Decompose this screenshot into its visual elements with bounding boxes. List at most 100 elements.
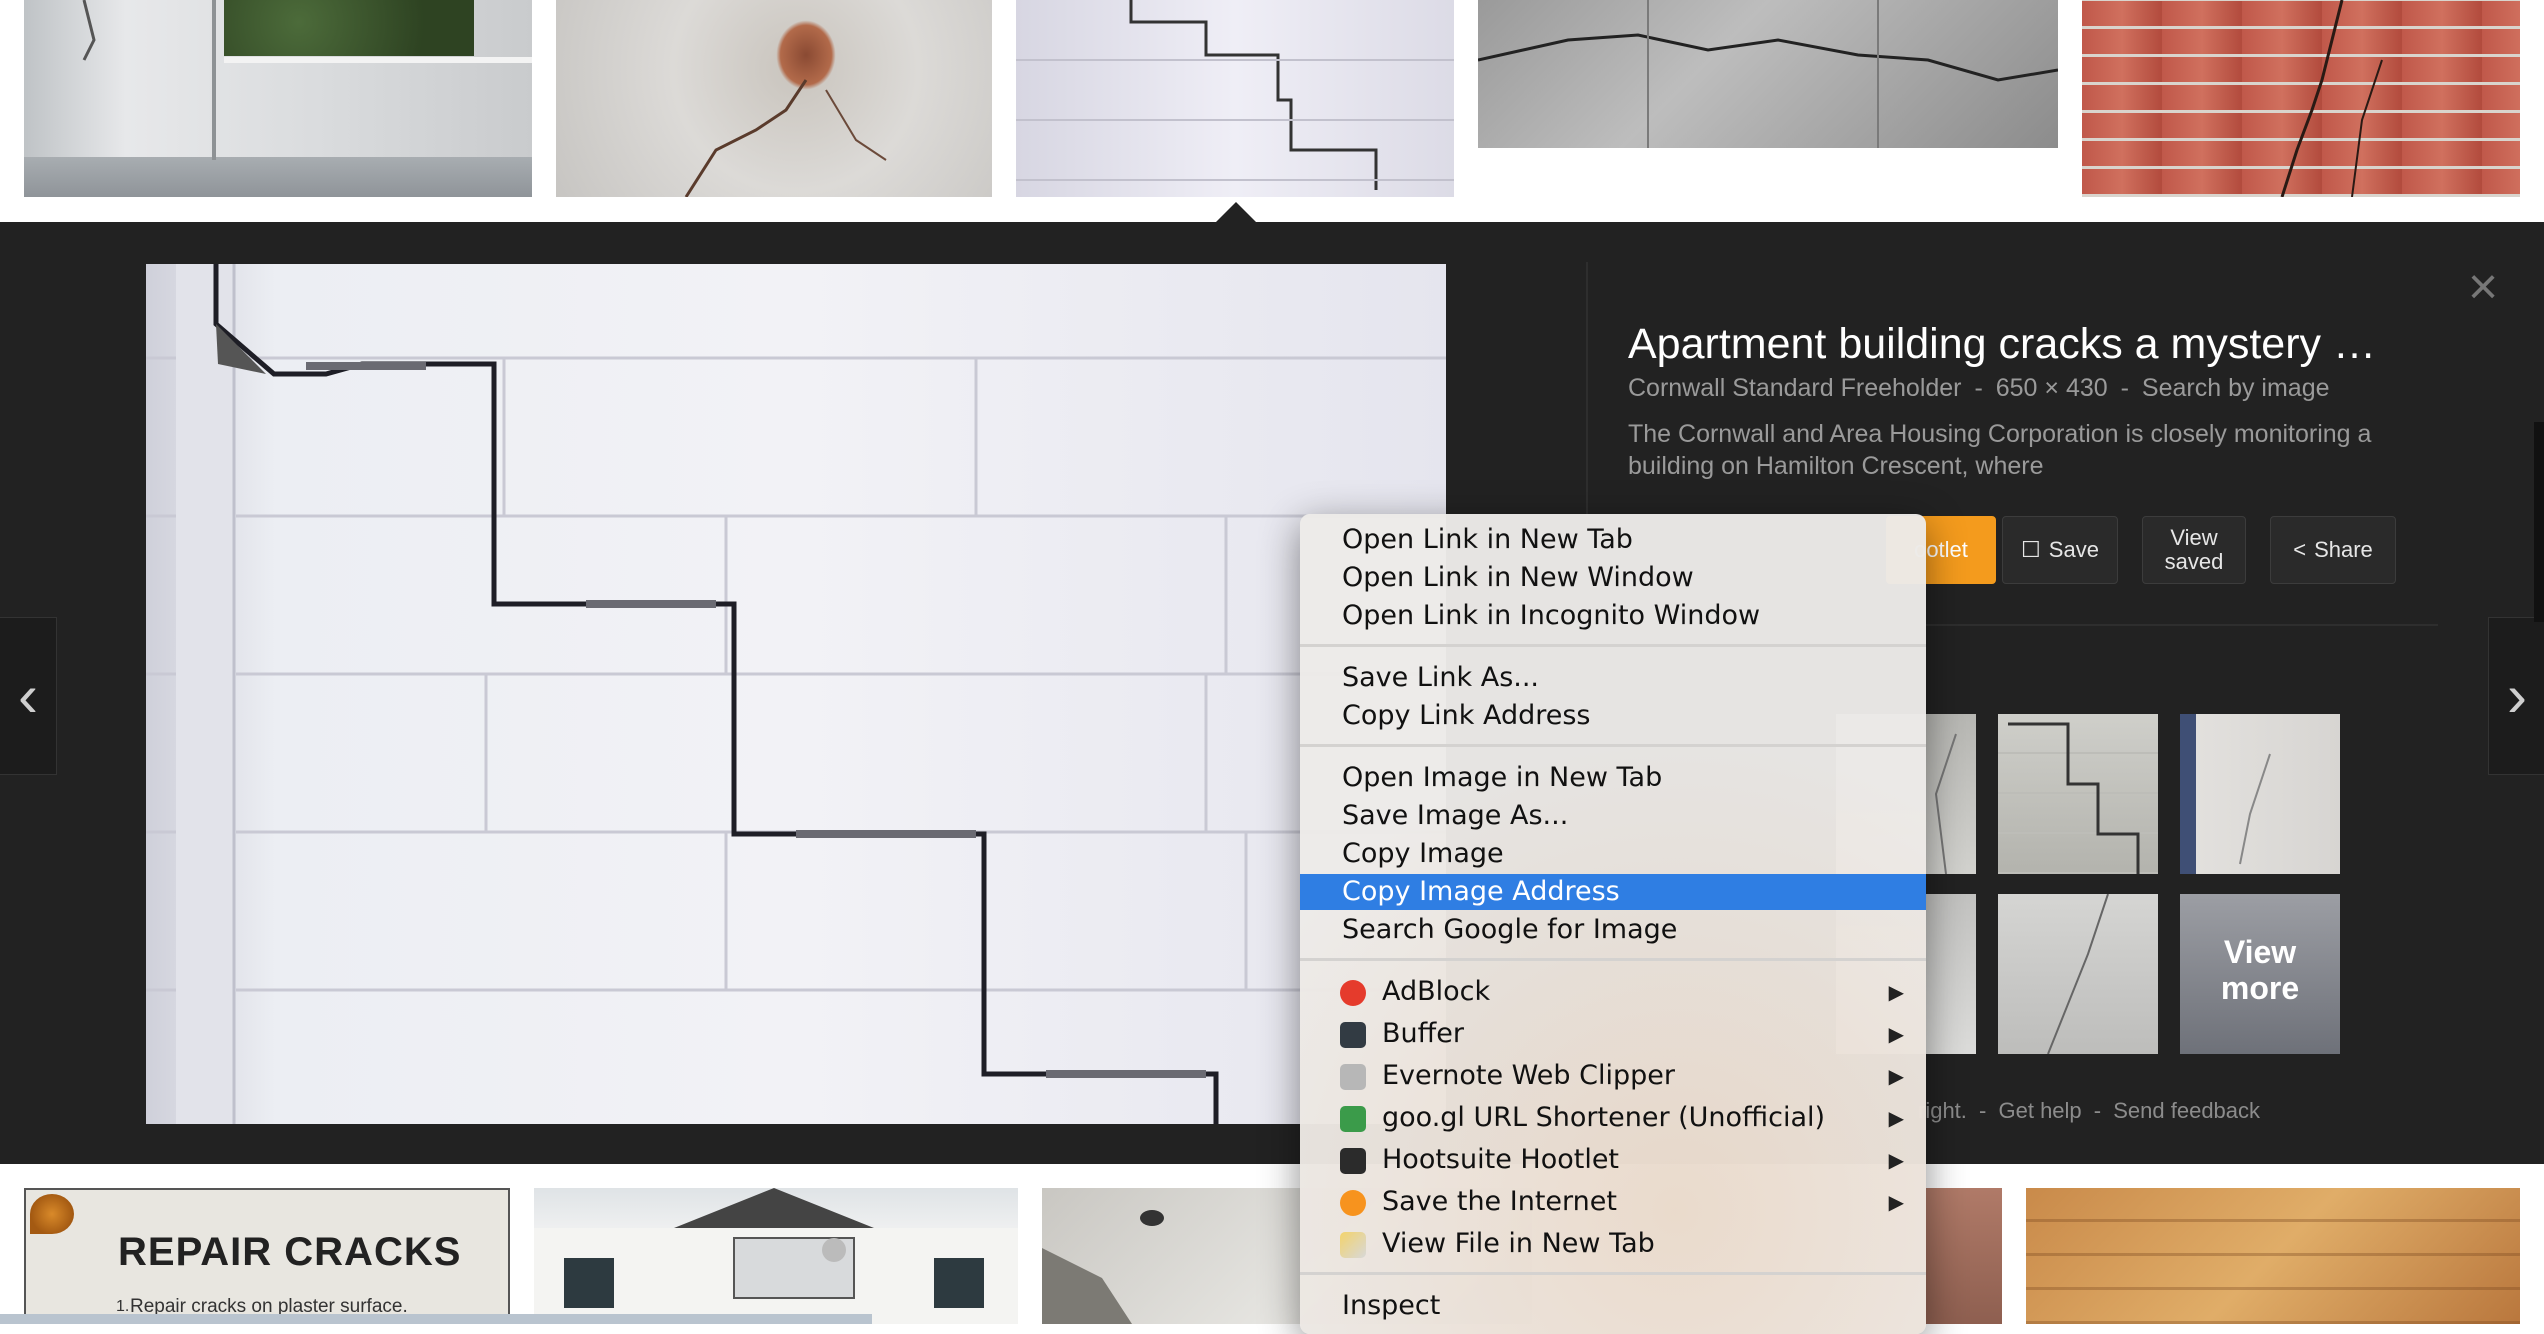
view-saved-line1: View <box>2170 525 2218 550</box>
thumbnail-brick-crack[interactable] <box>2082 0 2520 197</box>
menu-hootsuite[interactable]: Hootsuite Hootlet ▶ <box>1300 1142 1926 1178</box>
adblock-icon <box>1340 980 1366 1006</box>
submenu-arrow-icon: ▶ <box>1888 980 1904 1004</box>
related-crack-lines <box>2008 722 2140 874</box>
submenu-arrow-icon: ▶ <box>1888 1022 1904 1046</box>
search-by-image-link[interactable]: Search by image <box>2142 374 2330 402</box>
related-image[interactable] <box>1998 894 2158 1054</box>
submenu-arrow-icon: ▶ <box>1888 1148 1904 1172</box>
thumbnail-wall-corner[interactable] <box>24 0 532 197</box>
view-more-line1: View <box>2223 934 2297 970</box>
scrollbar[interactable] <box>2534 422 2544 622</box>
image-size: 650 × 430 <box>1995 374 2108 402</box>
thumbnail-concrete-crack[interactable] <box>1478 0 2058 148</box>
viewer-footer-links: right. - Get help - Send feedback <box>1918 1098 2266 1124</box>
view-more-button[interactable]: View more <box>2180 894 2340 1054</box>
main-image-drawing <box>146 264 1446 1124</box>
thumbnail-partial[interactable] <box>1926 1188 2002 1324</box>
wall-corner-lines <box>82 0 532 160</box>
menu-copy-image[interactable]: Copy Image <box>1300 836 1926 872</box>
house-drawing <box>534 1188 1018 1324</box>
related-image[interactable] <box>1998 714 2158 874</box>
meta-separator: - <box>2120 374 2129 402</box>
image-meta: Cornwall Standard Freeholder - 650 × 430… <box>1628 374 2336 403</box>
stair-crack-thumb-lines <box>1016 0 1454 190</box>
menu-copy-link-address[interactable]: Copy Link Address <box>1300 698 1926 734</box>
source-link[interactable]: Cornwall Standard Freeholder <box>1628 374 1962 402</box>
thumbnail-plaster-crack[interactable] <box>556 0 992 197</box>
menu-search-google-for-image[interactable]: Search Google for Image <box>1300 912 1926 948</box>
thumbnail-repair-cracks[interactable]: REPAIR CRACKS 1. Repair cracks on plaste… <box>24 1188 510 1324</box>
footer-separator: - <box>2093 1098 2102 1123</box>
view-saved-line2: saved <box>2164 549 2224 574</box>
menu-open-link-new-window[interactable]: Open Link in New Window <box>1300 560 1926 596</box>
related-crack-lines <box>2047 894 2109 1054</box>
menu-hootsuite-label: Hootsuite Hootlet <box>1382 1144 1620 1175</box>
related-crack-lines <box>2239 753 2271 865</box>
menu-open-link-new-tab[interactable]: Open Link in New Tab <box>1300 522 1926 558</box>
view-saved-button[interactable]: View saved <box>2142 516 2246 584</box>
context-menu: Open Link in New Tab Open Link in New Wi… <box>1300 514 1926 1334</box>
menu-separator <box>1300 1272 1926 1275</box>
image-title[interactable]: Apartment building cracks a mystery … <box>1628 320 2376 369</box>
menu-adblock[interactable]: AdBlock ▶ <box>1300 974 1926 1010</box>
menu-open-link-incognito[interactable]: Open Link in Incognito Window <box>1300 598 1926 634</box>
menu-evernote[interactable]: Evernote Web Clipper ▶ <box>1300 1058 1926 1094</box>
menu-separator <box>1300 958 1926 961</box>
menu-save-internet-label: Save the Internet <box>1382 1186 1617 1217</box>
menu-save-link-as[interactable]: Save Link As... <box>1300 660 1926 696</box>
save-button[interactable]: ☐ Save <box>2002 516 2118 584</box>
footer-separator: - <box>1979 1098 1987 1123</box>
selected-pointer <box>1216 202 1256 222</box>
menu-save-the-internet[interactable]: Save the Internet ▶ <box>1300 1184 1926 1220</box>
view-file-icon <box>1340 1232 1366 1258</box>
menu-open-image-new-tab[interactable]: Open Image in New Tab <box>1300 760 1926 796</box>
menu-googl-label: goo.gl URL Shortener (Unofficial) <box>1382 1102 1826 1133</box>
thumbnail-house[interactable] <box>534 1188 1018 1324</box>
get-help-link[interactable]: Get help <box>1999 1098 2082 1123</box>
bottom-strip <box>0 1314 872 1324</box>
buffer-icon <box>1340 1022 1366 1048</box>
menu-separator <box>1300 744 1926 747</box>
menu-buffer-label: Buffer <box>1382 1018 1464 1049</box>
save-internet-icon <box>1340 1190 1366 1216</box>
menu-copy-image-address[interactable]: Copy Image Address <box>1300 874 1926 910</box>
menu-adblock-label: AdBlock <box>1382 976 1491 1007</box>
leaf-icon <box>30 1194 74 1234</box>
save-label: Save <box>2048 537 2099 562</box>
plaster-crack-lines <box>684 79 887 197</box>
concrete-crack-lines <box>1478 0 2058 148</box>
send-feedback-link[interactable]: Send feedback <box>2113 1098 2260 1123</box>
share-label: Share <box>2314 537 2373 562</box>
previous-image-button[interactable]: ‹ <box>0 617 57 775</box>
menu-separator <box>1300 644 1926 647</box>
repair-title: REPAIR CRACKS <box>118 1230 462 1274</box>
image-viewer-panel: × ‹ › Apartment building cracks a myster… <box>0 222 2544 1164</box>
view-more-label: View more <box>2180 934 2340 1006</box>
brick-crack-lines <box>2280 0 2383 197</box>
share-icon: < <box>2293 537 2307 562</box>
menu-googl-shortener[interactable]: goo.gl URL Shortener (Unofficial) ▶ <box>1300 1100 1926 1136</box>
menu-inspect[interactable]: Inspect <box>1300 1288 1926 1324</box>
view-more-line2: more <box>2220 970 2300 1006</box>
share-button[interactable]: < Share <box>2270 516 2396 584</box>
related-image[interactable] <box>2180 714 2340 874</box>
menu-save-image-as[interactable]: Save Image As... <box>1300 798 1926 834</box>
thumbnail-stair-crack-selected[interactable] <box>1016 0 1454 197</box>
next-image-button[interactable]: › <box>2488 617 2544 775</box>
hootsuite-icon <box>1340 1148 1366 1174</box>
submenu-arrow-icon: ▶ <box>1888 1190 1904 1214</box>
image-description: The Cornwall and Area Housing Corporatio… <box>1628 420 2372 480</box>
bookmark-icon: ☐ <box>2021 537 2041 562</box>
main-image-stair-crack[interactable] <box>146 264 1446 1124</box>
evernote-icon <box>1340 1064 1366 1090</box>
meta-separator: - <box>1974 374 1983 402</box>
menu-buffer[interactable]: Buffer ▶ <box>1300 1016 1926 1052</box>
menu-view-file-new-tab[interactable]: View File in New Tab <box>1300 1226 1926 1262</box>
thumbnail-old-brick[interactable] <box>2026 1188 2520 1324</box>
close-icon[interactable]: × <box>2462 261 2504 313</box>
submenu-arrow-icon: ▶ <box>1888 1064 1904 1088</box>
menu-evernote-label: Evernote Web Clipper <box>1382 1060 1675 1091</box>
menu-view-file-label: View File in New Tab <box>1382 1228 1655 1259</box>
googl-icon <box>1340 1106 1366 1132</box>
